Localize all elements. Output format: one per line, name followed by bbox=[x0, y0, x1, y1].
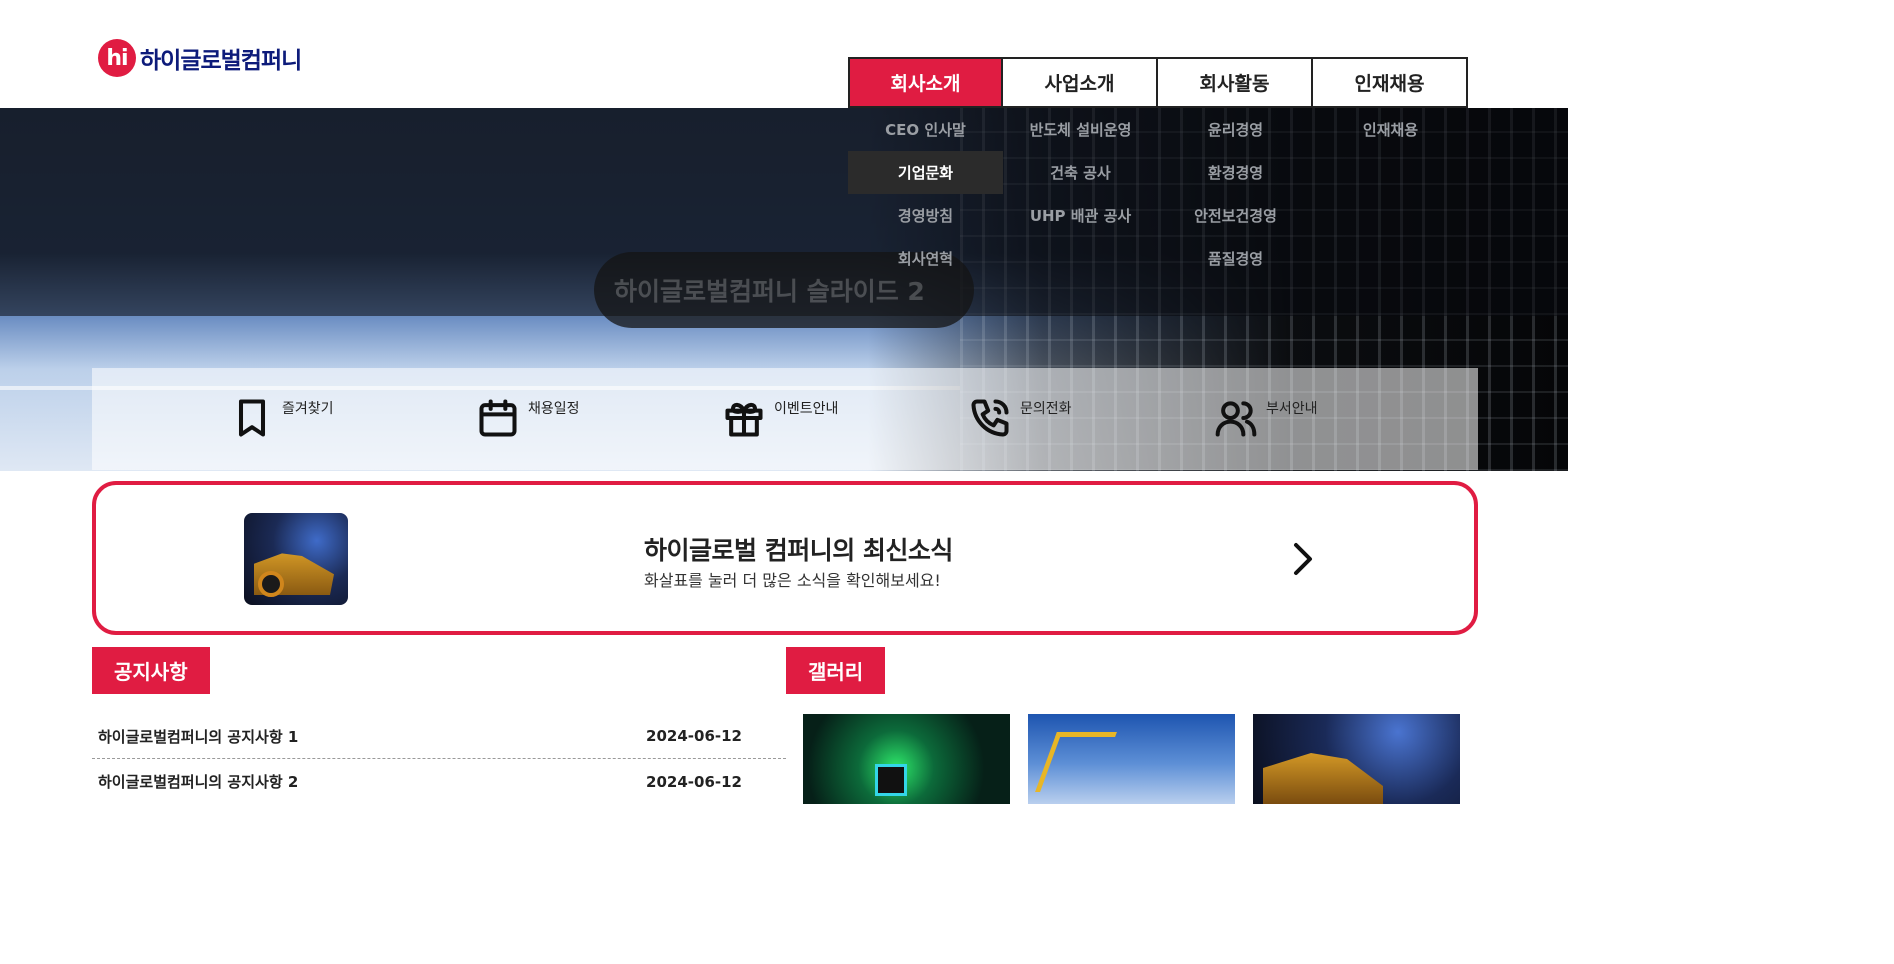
quick-item-bookmark[interactable]: 즐겨찾기 bbox=[92, 368, 338, 470]
notice-row-date: 2024-06-12 bbox=[646, 772, 742, 791]
submenu-item-ethics[interactable]: 윤리경영 bbox=[1158, 108, 1313, 151]
submenu-column-business: 반도체 설비운영 건축 공사 UHP 배관 공사 bbox=[1003, 108, 1158, 280]
logo-mark: hi bbox=[98, 39, 136, 77]
site-logo[interactable]: hi 하이글로벌컴퍼니 bbox=[98, 38, 302, 78]
submenu-item-management-policy[interactable]: 경영방침 bbox=[848, 194, 1003, 237]
gift-icon bbox=[725, 402, 763, 437]
quick-label-phone: 문의전화 bbox=[1020, 401, 1072, 417]
quick-label-event: 이벤트안내 bbox=[774, 401, 839, 417]
submenu-column-recruit: 인재채용 bbox=[1313, 108, 1468, 280]
quick-label-calendar: 채용일정 bbox=[528, 401, 580, 417]
calendar-icon bbox=[479, 399, 517, 437]
nav-item-activities[interactable]: 회사활동 bbox=[1158, 57, 1313, 108]
gallery-thumbnail-circuit[interactable] bbox=[803, 714, 1010, 804]
quick-item-departments[interactable]: 부서안내 bbox=[1076, 368, 1322, 470]
nav-item-business[interactable]: 사업소개 bbox=[1003, 57, 1158, 108]
submenu-item-recruit[interactable]: 인재채용 bbox=[1313, 108, 1468, 151]
submenu-item-uhp-piping[interactable]: UHP 배관 공사 bbox=[1003, 194, 1158, 237]
submenu-item-construction[interactable]: 건축 공사 bbox=[1003, 151, 1158, 194]
gallery-crane-shape bbox=[1035, 732, 1117, 792]
quick-label-departments: 부서안내 bbox=[1266, 401, 1318, 417]
quick-item-calendar[interactable]: 채용일정 bbox=[338, 368, 584, 470]
nav-item-company[interactable]: 회사소개 bbox=[848, 57, 1003, 108]
quick-item-phone[interactable]: 문의전화 bbox=[830, 368, 1076, 470]
nav-item-recruit[interactable]: 인재채용 bbox=[1313, 57, 1468, 108]
submenu-item-quality[interactable]: 품질경영 bbox=[1158, 237, 1313, 280]
gallery-section-title[interactable]: 갤러리 bbox=[786, 647, 886, 694]
notice-row[interactable]: 하이글로벌컴퍼니의 공지사항 2 2024-06-12 bbox=[92, 759, 786, 804]
notice-row-title: 하이글로벌컴퍼니의 공지사항 1 bbox=[98, 727, 299, 746]
chevron-right-icon[interactable] bbox=[1288, 541, 1316, 577]
main-nav: 회사소개 사업소개 회사활동 인재채용 bbox=[848, 57, 1468, 108]
notice-row[interactable]: 하이글로벌컴퍼니의 공지사항 1 2024-06-12 bbox=[92, 714, 786, 759]
news-subtitle: 화살표를 눌러 더 많은 소식을 확인해보세요! bbox=[644, 571, 941, 590]
news-thumbnail-wheel-shape bbox=[258, 571, 284, 597]
news-thumbnail bbox=[244, 513, 348, 605]
submenu-item-safety[interactable]: 안전보건경영 bbox=[1158, 194, 1313, 237]
submenu-item-semiconductor[interactable]: 반도체 설비운영 bbox=[1003, 108, 1158, 151]
users-icon bbox=[1215, 401, 1257, 437]
submenu-item-corporate-culture[interactable]: 기업문화 bbox=[848, 151, 1003, 194]
bookmark-icon bbox=[238, 399, 266, 437]
notice-row-title: 하이글로벌컴퍼니의 공지사항 2 bbox=[98, 773, 299, 791]
quick-menu: 즐겨찾기 채용일정 이벤트안내 문의전화 부서안내 bbox=[92, 368, 1478, 470]
gallery-chip-shape bbox=[875, 764, 907, 796]
notice-section-title[interactable]: 공지사항 bbox=[92, 647, 210, 694]
submenu-column-company: CEO 인사말 기업문화 경영방침 회사연혁 bbox=[848, 108, 1003, 280]
submenu-column-activities: 윤리경영 환경경영 안전보건경영 품질경영 bbox=[1158, 108, 1313, 280]
gallery-grid bbox=[803, 714, 1460, 804]
quick-label-bookmark: 즐겨찾기 bbox=[282, 401, 334, 417]
gallery-thumbnail-loader[interactable] bbox=[1253, 714, 1460, 804]
logo-text: 하이글로벌컴퍼니 bbox=[140, 48, 302, 74]
submenu-item-environment[interactable]: 환경경영 bbox=[1158, 151, 1313, 194]
notice-row-date: 2024-06-12 bbox=[646, 727, 742, 745]
nav-submenu: CEO 인사말 기업문화 경영방침 회사연혁 반도체 설비운영 건축 공사 UH… bbox=[848, 108, 1468, 280]
submenu-item-history[interactable]: 회사연혁 bbox=[848, 237, 1003, 280]
gallery-thumbnail-crane[interactable] bbox=[1028, 714, 1235, 804]
phone-call-icon bbox=[971, 399, 1009, 437]
submenu-item-ceo-greeting[interactable]: CEO 인사말 bbox=[848, 108, 1003, 151]
news-banner: 하이글로벌 컴퍼니의 최신소식 화살표를 눌러 더 많은 소식을 확인해보세요! bbox=[92, 481, 1478, 635]
gallery-loader-shape bbox=[1263, 753, 1383, 804]
news-title: 하이글로벌 컴퍼니의 최신소식 bbox=[644, 536, 953, 565]
quick-item-event[interactable]: 이벤트안내 bbox=[584, 368, 838, 470]
notice-list: 하이글로벌컴퍼니의 공지사항 1 2024-06-12 하이글로벌컴퍼니의 공지… bbox=[92, 714, 786, 804]
